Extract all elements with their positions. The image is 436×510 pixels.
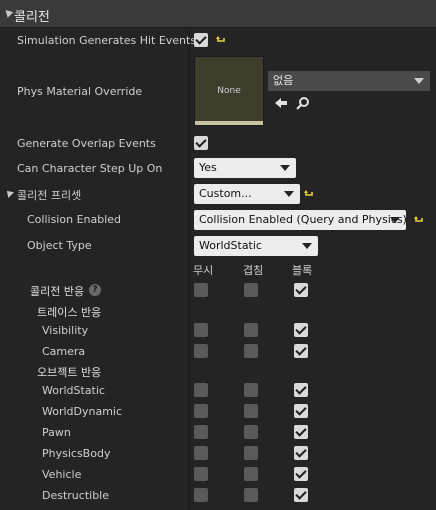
column-block: 블록 bbox=[292, 264, 313, 277]
collision-enabled-value: Collision Enabled (Query and Physics) bbox=[199, 213, 406, 226]
ignore-checkbox[interactable] bbox=[194, 383, 208, 397]
column-overlap: 겹침 bbox=[243, 264, 264, 277]
object-type-value: WorldStatic bbox=[199, 239, 262, 252]
table-row: Camera bbox=[0, 343, 436, 361]
column-ignore: 무시 bbox=[193, 264, 214, 277]
object-responses-label: 오브젝트 반응 bbox=[37, 366, 102, 379]
phys-material-value: 없음 bbox=[273, 74, 294, 87]
thumbnail-bar bbox=[195, 121, 263, 125]
row-label: Visibility bbox=[42, 324, 89, 337]
ignore-checkbox[interactable] bbox=[194, 323, 208, 337]
sim-hit-checkbox[interactable] bbox=[194, 33, 208, 47]
collapse-arrow-icon[interactable] bbox=[2, 7, 14, 18]
phys-material-dropdown[interactable]: 없음 bbox=[268, 71, 430, 91]
row-overlap: Generate Overlap Events bbox=[0, 135, 436, 153]
block-checkbox[interactable] bbox=[294, 467, 308, 481]
block-checkbox[interactable] bbox=[294, 323, 308, 337]
block-checkbox[interactable] bbox=[294, 383, 308, 397]
collision-enabled-dropdown[interactable]: Collision Enabled (Query and Physics) bbox=[194, 210, 406, 230]
row-label: Camera bbox=[42, 345, 86, 358]
table-row: WorldStatic bbox=[0, 382, 436, 400]
ignore-checkbox[interactable] bbox=[194, 404, 208, 418]
table-row: WorldDynamic bbox=[0, 403, 436, 421]
row-collision-responses: 콜리전 반응 ? bbox=[0, 282, 436, 300]
row-step-up: Can Character Step Up On Yes bbox=[0, 158, 436, 178]
ignore-checkbox[interactable] bbox=[194, 446, 208, 460]
overlap-checkbox[interactable] bbox=[244, 323, 258, 337]
chevron-down-icon bbox=[302, 243, 312, 249]
overlap-checkbox[interactable] bbox=[244, 425, 258, 439]
row-label: Pawn bbox=[42, 426, 71, 439]
overlap-checkbox[interactable] bbox=[244, 488, 258, 502]
step-up-dropdown[interactable]: Yes bbox=[194, 158, 296, 178]
collision-responses-label: 콜리전 반응 bbox=[30, 285, 85, 298]
table-row: Pawn bbox=[0, 424, 436, 442]
block-checkbox[interactable] bbox=[294, 283, 308, 297]
magnifier-icon[interactable] bbox=[296, 96, 310, 110]
row-preset: 콜리전 프리셋 Custom... bbox=[0, 184, 436, 204]
collision-enabled-label: Collision Enabled bbox=[27, 213, 122, 226]
row-label: PhysicsBody bbox=[42, 447, 111, 460]
question-icon[interactable]: ? bbox=[89, 284, 101, 296]
preset-dropdown[interactable]: Custom... bbox=[194, 184, 300, 204]
block-checkbox[interactable] bbox=[294, 488, 308, 502]
reset-to-default-icon[interactable] bbox=[216, 35, 226, 45]
row-collision-enabled: Collision Enabled Collision Enabled (Que… bbox=[0, 210, 436, 230]
preset-value: Custom... bbox=[199, 187, 252, 200]
table-row: Destructible bbox=[0, 487, 436, 505]
ignore-checkbox[interactable] bbox=[194, 283, 208, 297]
table-row: Visibility bbox=[0, 322, 436, 340]
ignore-checkbox[interactable] bbox=[194, 344, 208, 358]
reset-to-default-icon[interactable] bbox=[304, 189, 314, 199]
object-type-dropdown[interactable]: WorldStatic bbox=[194, 236, 318, 256]
overlap-label: Generate Overlap Events bbox=[17, 137, 156, 150]
phys-material-label: Phys Material Override bbox=[17, 85, 143, 98]
chevron-down-icon bbox=[390, 217, 400, 223]
overlap-checkbox[interactable] bbox=[244, 283, 258, 297]
sim-hit-label: Simulation Generates Hit Events bbox=[17, 34, 197, 47]
row-sim-hit: Simulation Generates Hit Events bbox=[0, 32, 436, 50]
row-label: Vehicle bbox=[42, 468, 82, 481]
row-object-type: Object Type WorldStatic bbox=[0, 236, 436, 256]
row-label: WorldStatic bbox=[42, 384, 105, 397]
ignore-checkbox[interactable] bbox=[194, 488, 208, 502]
row-label: Destructible bbox=[42, 489, 109, 502]
reset-to-default-icon[interactable] bbox=[414, 215, 424, 225]
step-up-label: Can Character Step Up On bbox=[17, 162, 163, 175]
overlap-checkbox[interactable] bbox=[244, 446, 258, 460]
chevron-down-icon bbox=[284, 191, 294, 197]
ignore-checkbox[interactable] bbox=[194, 467, 208, 481]
ignore-checkbox[interactable] bbox=[194, 425, 208, 439]
left-arrow-icon[interactable] bbox=[274, 96, 288, 110]
collapse-arrow-icon[interactable] bbox=[4, 188, 14, 198]
block-checkbox[interactable] bbox=[294, 446, 308, 460]
block-checkbox[interactable] bbox=[294, 344, 308, 358]
block-checkbox[interactable] bbox=[294, 404, 308, 418]
preset-label: 콜리전 프리셋 bbox=[17, 189, 82, 202]
overlap-checkbox[interactable] bbox=[244, 404, 258, 418]
overlap-checkbox[interactable] bbox=[244, 344, 258, 358]
overlap-checkbox[interactable] bbox=[244, 467, 258, 481]
thumbnail-text: None bbox=[217, 86, 241, 96]
table-row: PhysicsBody bbox=[0, 445, 436, 463]
overlap-checkbox[interactable] bbox=[194, 136, 208, 150]
block-checkbox[interactable] bbox=[294, 425, 308, 439]
material-thumbnail[interactable]: None bbox=[194, 56, 264, 126]
row-label: WorldDynamic bbox=[42, 405, 123, 418]
step-up-value: Yes bbox=[199, 161, 217, 174]
object-type-label: Object Type bbox=[27, 239, 92, 252]
collision-section-header[interactable]: 콜리전 bbox=[0, 0, 436, 28]
trace-responses-label: 트레이스 반응 bbox=[37, 306, 102, 319]
chevron-down-icon bbox=[414, 78, 424, 84]
section-title: 콜리전 bbox=[14, 10, 50, 25]
chevron-down-icon bbox=[280, 165, 290, 171]
overlap-checkbox[interactable] bbox=[244, 383, 258, 397]
table-row: Vehicle bbox=[0, 466, 436, 484]
